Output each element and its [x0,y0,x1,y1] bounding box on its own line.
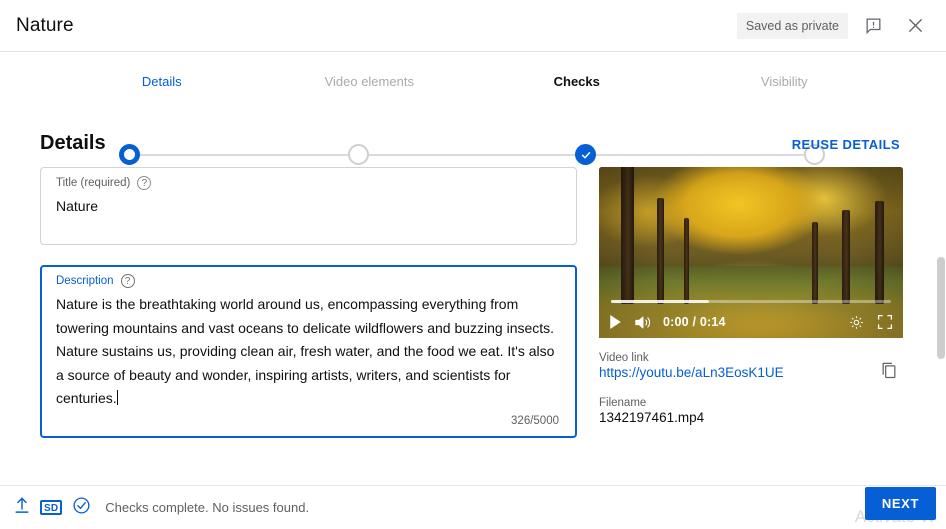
step-label: Visibility [760,74,808,89]
reuse-details-link[interactable]: REUSE DETAILS [792,137,922,155]
step-video-elements[interactable]: Video elements [266,74,474,89]
section-title: Details [40,132,106,154]
page-title: Nature [16,14,74,36]
step-label: Details [141,74,182,89]
video-preview-column: 0:00 / 0:14 Video link https://youtu.be/… [599,167,903,458]
close-icon[interactable] [898,9,932,43]
upload-stepper: Details Video elements Checks Visibility [0,52,946,165]
check-circle-icon [72,496,91,520]
copy-icon[interactable] [875,356,903,384]
video-progress-fill [611,300,709,303]
volume-icon[interactable] [634,315,651,330]
help-icon[interactable]: ? [120,274,135,288]
video-link-label: Video link [599,352,649,364]
video-meta: Video link https://youtu.be/aLn3EosK1UE … [599,338,903,425]
step-label: Video elements [324,74,414,89]
quality-badge: SD [40,500,63,515]
details-section-header: Details REUSE DETAILS [40,114,922,167]
upload-icon [14,496,30,519]
video-link-value[interactable]: https://youtu.be/aLn3EosK1UE [599,365,875,380]
text-caret [116,390,118,406]
feedback-alert-icon[interactable] [856,9,890,43]
description-field[interactable]: Description ? Nature is the breathtaking… [40,265,577,438]
next-button[interactable]: NEXT [864,487,936,520]
scrollbar-thumb[interactable] [937,257,945,359]
details-scroll-area: Details REUSE DETAILS Title (required) ?… [0,114,946,485]
dialog-header: Nature Saved as private [0,0,946,52]
details-form-column: Title (required) ? Nature Description ? … [40,167,577,458]
description-char-counter: 326/5000 [511,414,559,427]
video-progress-bar[interactable] [611,300,891,303]
description-field-label: Description [56,275,114,287]
description-text: Nature is the breathtaking world around … [56,296,559,407]
title-field[interactable]: Title (required) ? Nature [40,167,577,245]
video-controls: 0:00 / 0:14 [599,306,903,338]
filename-value: 1342197461.mp4 [599,410,705,425]
play-icon[interactable] [609,315,622,329]
step-checks[interactable]: Checks [473,74,681,89]
checks-status-text: Checks complete. No issues found. [105,500,310,515]
step-label: Checks [553,74,600,89]
upload-details-dialog: Nature Saved as private Details Video el… [0,0,946,529]
title-field-label: Title (required) [56,177,131,189]
help-icon[interactable]: ? [137,176,152,190]
step-visibility[interactable]: Visibility [681,74,889,89]
video-time-display: 0:00 / 0:14 [663,315,726,329]
dialog-footer: SD Checks complete. No issues found. Act… [0,485,946,529]
filename-label: Filename [599,397,647,409]
status-badge: Saved as private [736,12,848,39]
gear-icon[interactable] [848,314,865,331]
step-details[interactable]: Details [58,74,266,89]
title-input-value[interactable]: Nature [56,195,561,219]
description-input-value[interactable]: Nature is the breathtaking world around … [56,293,561,411]
video-player[interactable]: 0:00 / 0:14 [599,167,903,338]
fullscreen-icon[interactable] [877,314,893,330]
scrollbar[interactable] [935,227,946,441]
